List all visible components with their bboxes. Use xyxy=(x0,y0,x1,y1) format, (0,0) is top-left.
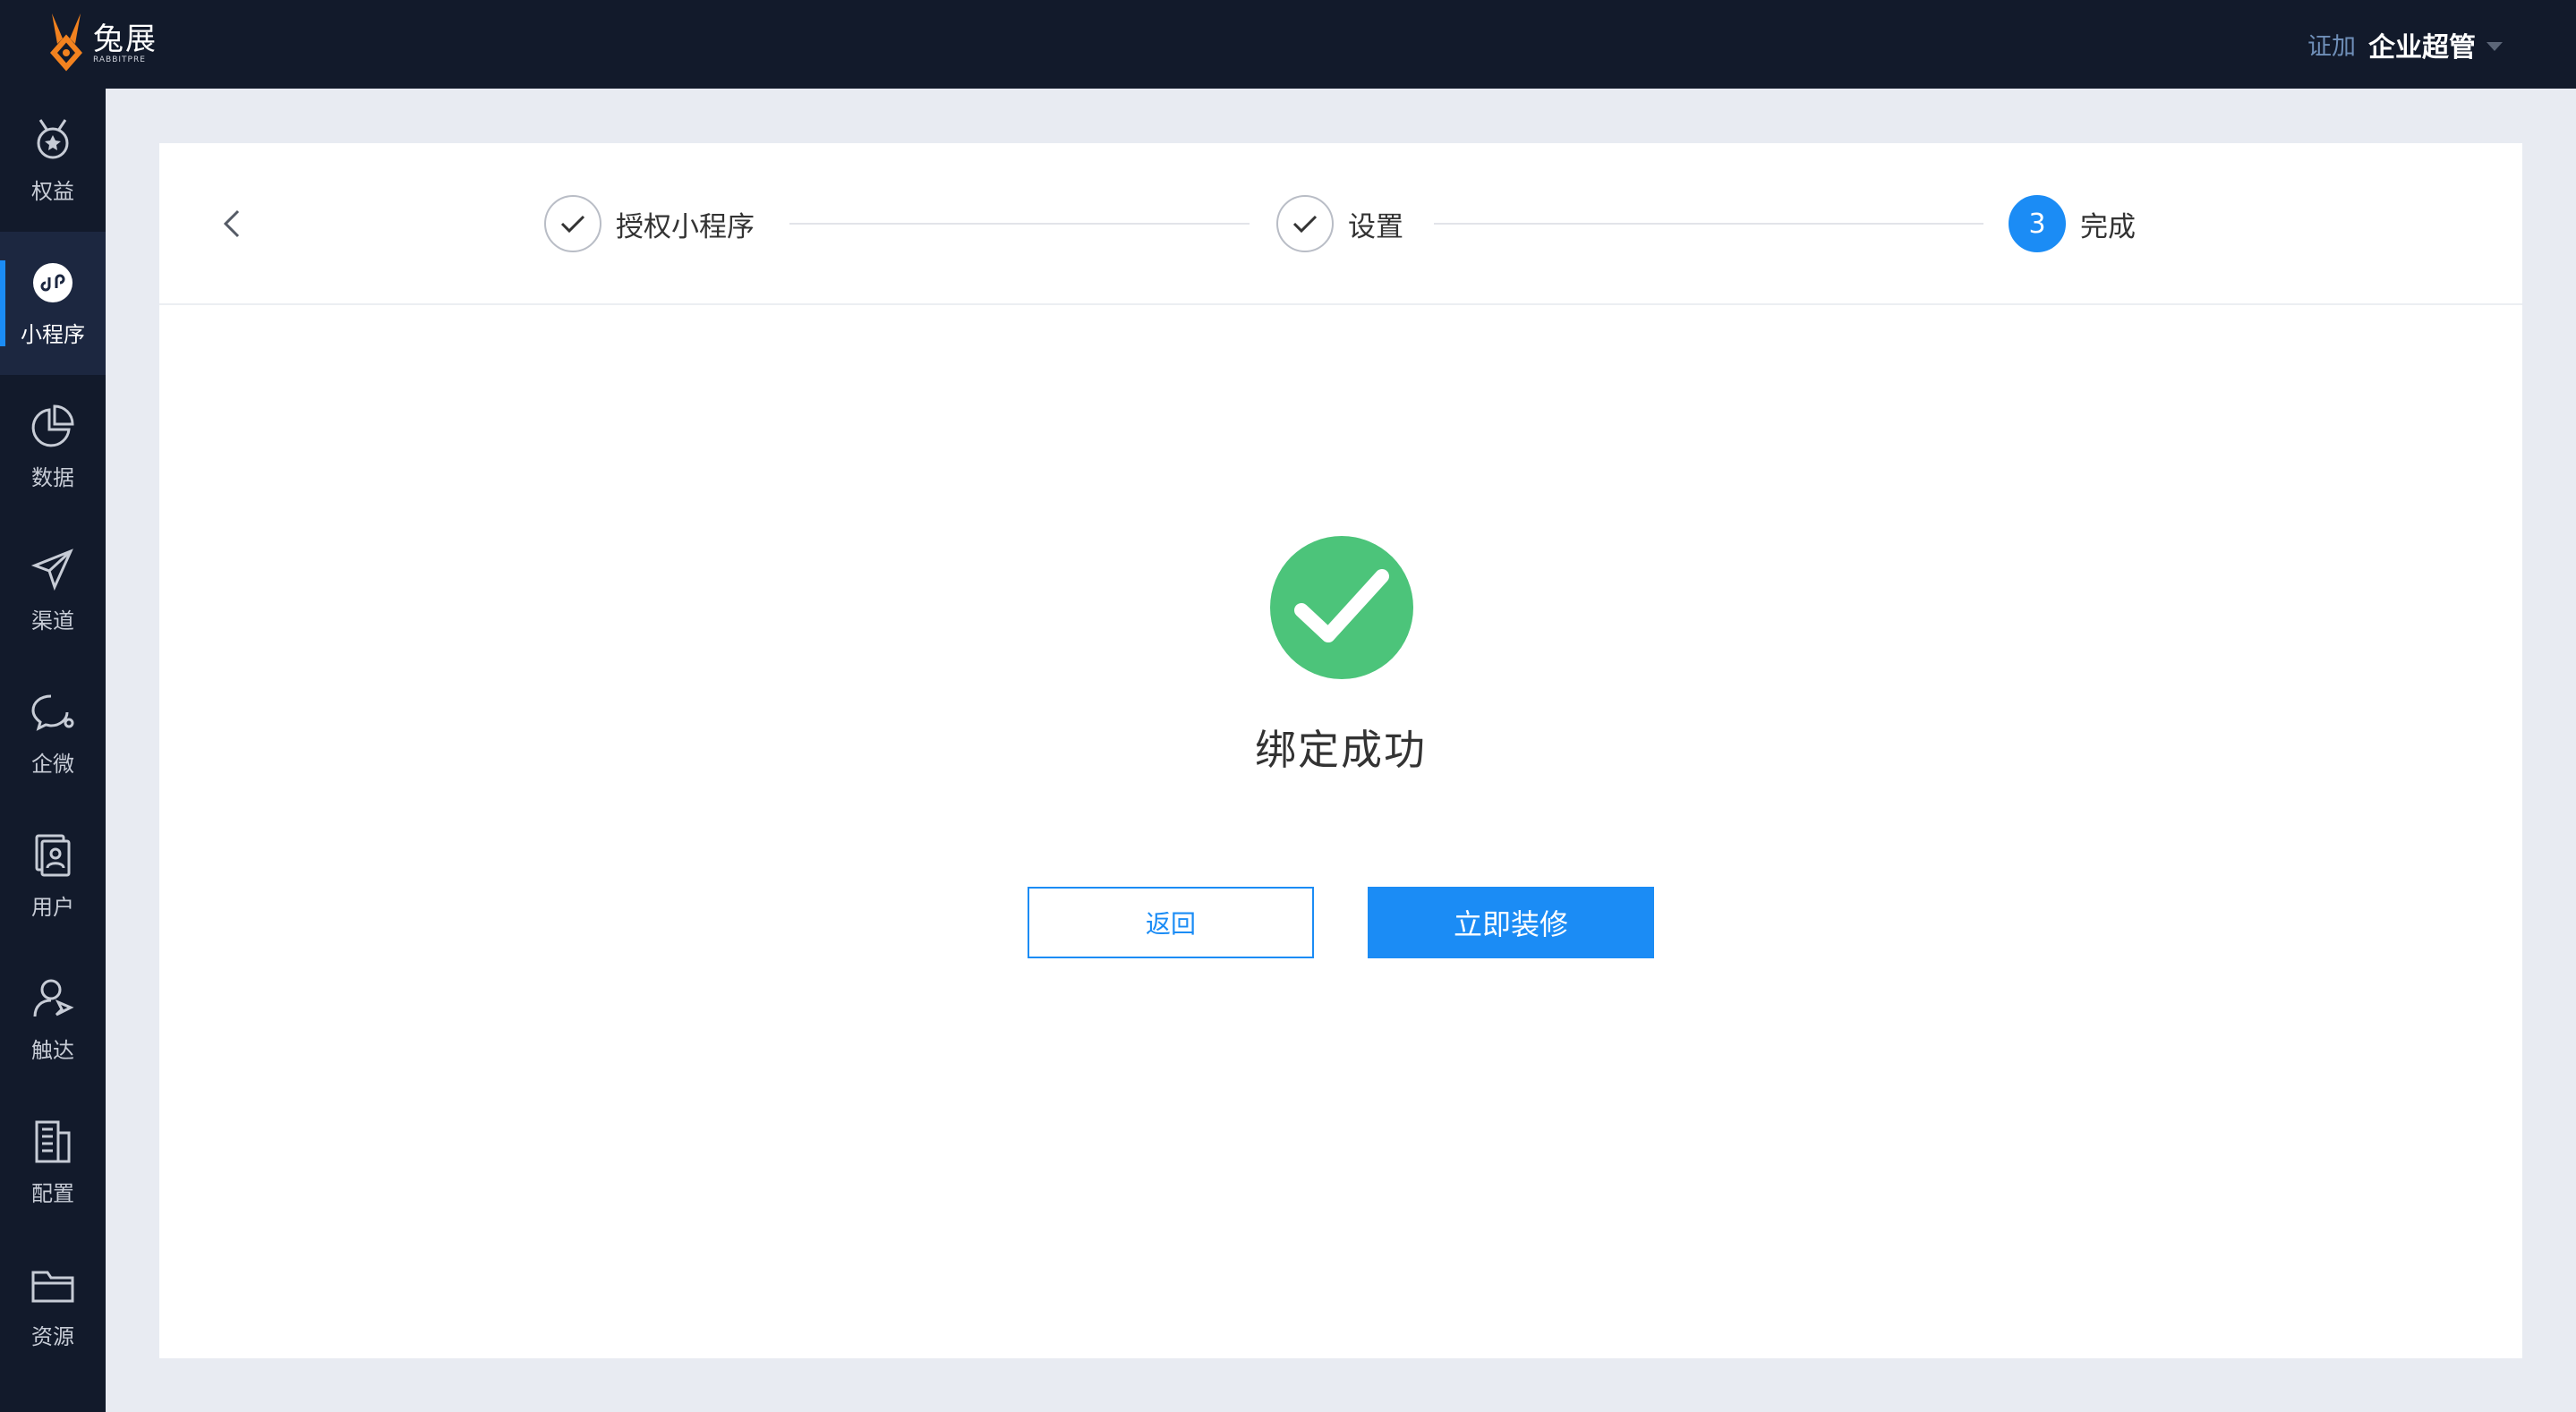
check-icon xyxy=(544,195,601,252)
decorate-now-button[interactable]: 立即装修 xyxy=(1368,887,1654,958)
medal-icon xyxy=(37,118,69,158)
step-label: 设置 xyxy=(1348,210,1403,243)
sidebar-item-resources[interactable]: 资源 xyxy=(0,1234,106,1377)
sidebar-item-label: 用户 xyxy=(31,894,74,920)
user-send-icon xyxy=(33,979,74,1016)
sidebar-item-wecom[interactable]: 企微 xyxy=(0,661,106,804)
step-connector xyxy=(789,223,1250,225)
sidebar-item-reach[interactable]: 触达 xyxy=(0,948,106,1091)
sidebar-item-label: 权益 xyxy=(31,178,74,204)
contacts-icon xyxy=(35,834,71,876)
step-label: 授权小程序 xyxy=(616,210,755,243)
main-card: 授权小程序 设置 3 完成 绑定成功 返回 立即装修 xyxy=(159,143,2522,1358)
sidebar-item-label: 资源 xyxy=(31,1323,74,1349)
sidebar-item-label: 渠道 xyxy=(31,608,74,634)
sidebar-item-label: 触达 xyxy=(31,1037,74,1063)
back-button[interactable]: 返回 xyxy=(1028,887,1314,958)
sidebar-item-rights[interactable]: 权益 xyxy=(0,89,106,232)
brand-name-en: RABBITPRE xyxy=(93,55,146,64)
check-icon xyxy=(1276,195,1334,252)
paper-plane-icon xyxy=(30,548,73,591)
sidebar-item-label: 小程序 xyxy=(21,321,85,347)
sidebar-item-label: 数据 xyxy=(31,464,74,490)
brand-name: 兔展 xyxy=(93,21,158,57)
step-number: 3 xyxy=(2009,195,2066,252)
chevron-down-icon xyxy=(2486,41,2503,51)
top-bar: 兔展 RABBITPRE 证加 企业超管 xyxy=(0,0,2576,89)
user-menu[interactable]: 证加 企业超管 xyxy=(2307,25,2503,64)
sidebar-item-label: 配置 xyxy=(31,1180,74,1206)
sidebar-item-config[interactable]: 配置 xyxy=(0,1091,106,1234)
user-name: 企业超管 xyxy=(2368,31,2476,64)
pie-chart-icon xyxy=(31,404,74,447)
building-icon xyxy=(35,1120,71,1162)
step-settings: 设置 xyxy=(1276,194,1403,253)
sidebar-item-label: 企微 xyxy=(31,751,74,777)
sidebar-item-mini-program[interactable]: 小程序 xyxy=(0,232,106,375)
chat-bubble-icon xyxy=(31,694,74,731)
step-complete: 3 完成 xyxy=(2009,194,2136,253)
step-label: 完成 xyxy=(2080,210,2136,243)
sidebar-item-users[interactable]: 用户 xyxy=(0,804,106,948)
step-authorize: 授权小程序 xyxy=(544,194,755,253)
sidebar-item-data[interactable]: 数据 xyxy=(0,375,106,518)
mini-program-icon xyxy=(33,262,73,302)
sidebar-item-channel[interactable]: 渠道 xyxy=(0,518,106,661)
folder-icon xyxy=(31,1271,74,1302)
step-connector xyxy=(1434,223,1983,225)
sidebar: 权益 小程序 数据 渠道 企微 用户 触达 配置 资源 xyxy=(0,89,106,1412)
success-check-icon xyxy=(1270,536,1413,679)
chevron-left-icon[interactable] xyxy=(215,206,251,242)
certified-badge: 证加 xyxy=(2307,33,2356,61)
logo[interactable]: 兔展 RABBITPRE xyxy=(43,0,158,89)
steps-bar: 授权小程序 设置 3 完成 xyxy=(159,143,2522,305)
result-title: 绑定成功 xyxy=(1255,726,1427,774)
rabbit-logo-icon xyxy=(50,13,82,72)
